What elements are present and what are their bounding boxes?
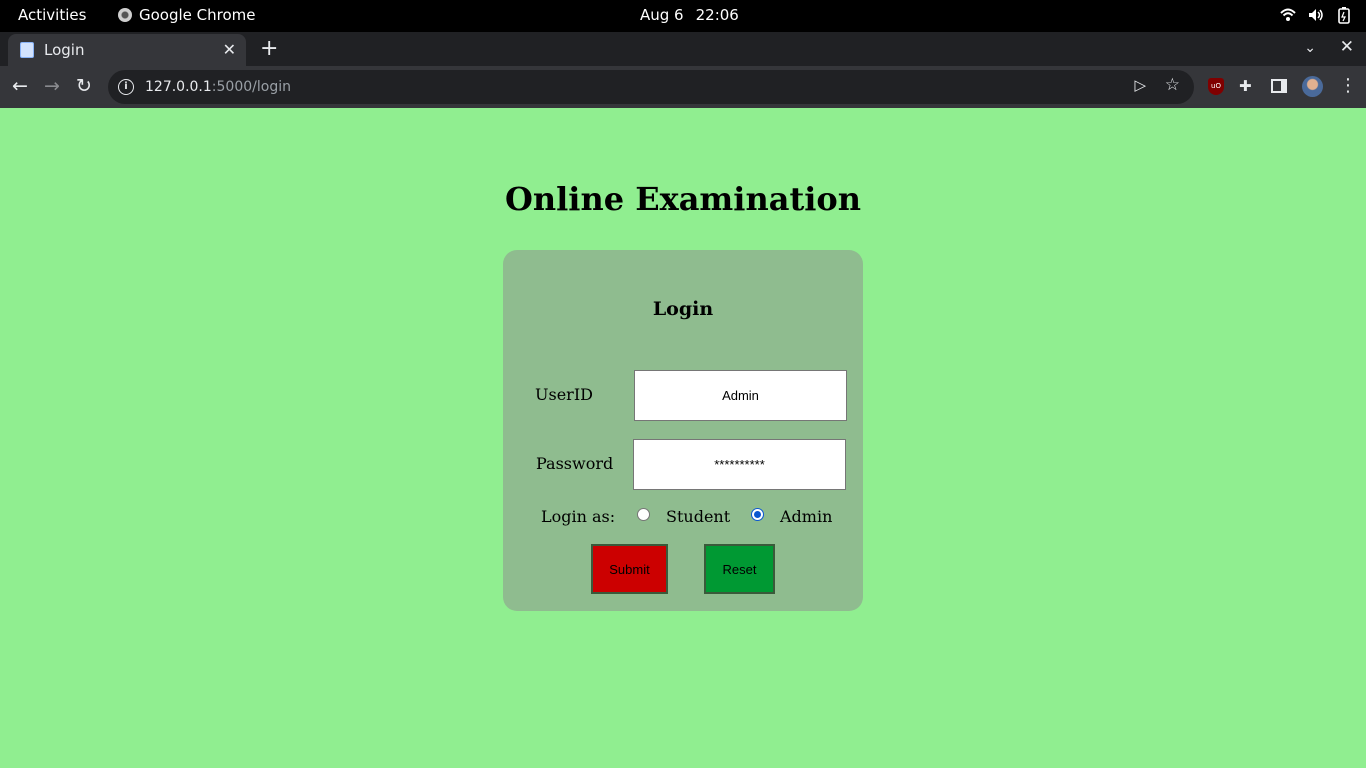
- system-top-bar: Activities Google Chrome Aug 6 22:06: [0, 0, 1366, 32]
- browser-toolbar: ← → ↻ i 127.0.0.1:5000/login ▷ ☆ uO ✚ ⋮: [0, 66, 1366, 108]
- site-info-icon[interactable]: i: [118, 79, 134, 95]
- clock-date: Aug 6: [640, 6, 684, 24]
- reload-icon[interactable]: ↻: [76, 75, 92, 97]
- admin-radio[interactable]: [751, 508, 764, 521]
- userid-label: UserID: [535, 385, 593, 404]
- page-content: Online Examination Login UserID Password…: [0, 108, 1366, 768]
- extensions-puzzle-icon[interactable]: ✚: [1239, 77, 1252, 95]
- ublock-extension-icon[interactable]: uO: [1208, 78, 1224, 95]
- login-card: Login UserID Password Login as: Student …: [503, 250, 863, 611]
- back-arrow-icon[interactable]: ←: [12, 75, 28, 97]
- student-radio[interactable]: [637, 508, 650, 521]
- url-host: 127.0.0.1: [145, 79, 212, 95]
- password-label: Password: [536, 454, 614, 473]
- tab-login[interactable]: Login ✕: [8, 34, 246, 66]
- submit-button[interactable]: Submit: [591, 544, 668, 594]
- activities-button[interactable]: Activities: [18, 6, 86, 24]
- admin-radio-label[interactable]: Admin: [780, 507, 832, 526]
- page-title: Online Examination: [505, 180, 861, 218]
- battery-icon: [1336, 6, 1352, 24]
- password-input[interactable]: [633, 439, 846, 490]
- chrome-menu-icon[interactable]: ⋮: [1339, 75, 1357, 96]
- system-tray[interactable]: [1280, 6, 1352, 24]
- login-form-title: Login: [652, 298, 714, 320]
- address-bar[interactable]: i 127.0.0.1:5000/login ▷ ☆: [108, 70, 1194, 104]
- volume-icon: [1308, 6, 1324, 24]
- clock-time: 22:06: [695, 6, 739, 24]
- chrome-icon: [118, 8, 132, 22]
- student-radio-label[interactable]: Student: [666, 507, 730, 526]
- url-path: :5000/login: [211, 79, 291, 95]
- reset-button[interactable]: Reset: [704, 544, 775, 594]
- tab-strip: Login ✕ + ⌄ ✕: [0, 32, 1366, 66]
- wifi-icon: [1280, 6, 1296, 24]
- tab-close-icon[interactable]: ✕: [223, 40, 236, 59]
- app-menu[interactable]: Google Chrome: [118, 6, 256, 24]
- login-as-label: Login as:: [541, 507, 616, 526]
- userid-input[interactable]: [634, 370, 847, 421]
- send-tab-icon[interactable]: ▷: [1134, 76, 1146, 94]
- bookmark-star-icon[interactable]: ☆: [1165, 75, 1180, 95]
- tab-search-chevron-icon[interactable]: ⌄: [1304, 40, 1316, 56]
- profile-avatar[interactable]: [1302, 76, 1323, 97]
- forward-arrow-icon[interactable]: →: [44, 75, 60, 97]
- new-tab-icon[interactable]: +: [260, 36, 278, 61]
- window-close-icon[interactable]: ✕: [1340, 37, 1354, 57]
- app-name: Google Chrome: [139, 6, 256, 24]
- tab-title: Login: [44, 41, 85, 59]
- clock[interactable]: Aug 6 22:06: [640, 6, 739, 24]
- page-favicon-icon: [20, 42, 34, 58]
- side-panel-icon[interactable]: [1271, 79, 1287, 93]
